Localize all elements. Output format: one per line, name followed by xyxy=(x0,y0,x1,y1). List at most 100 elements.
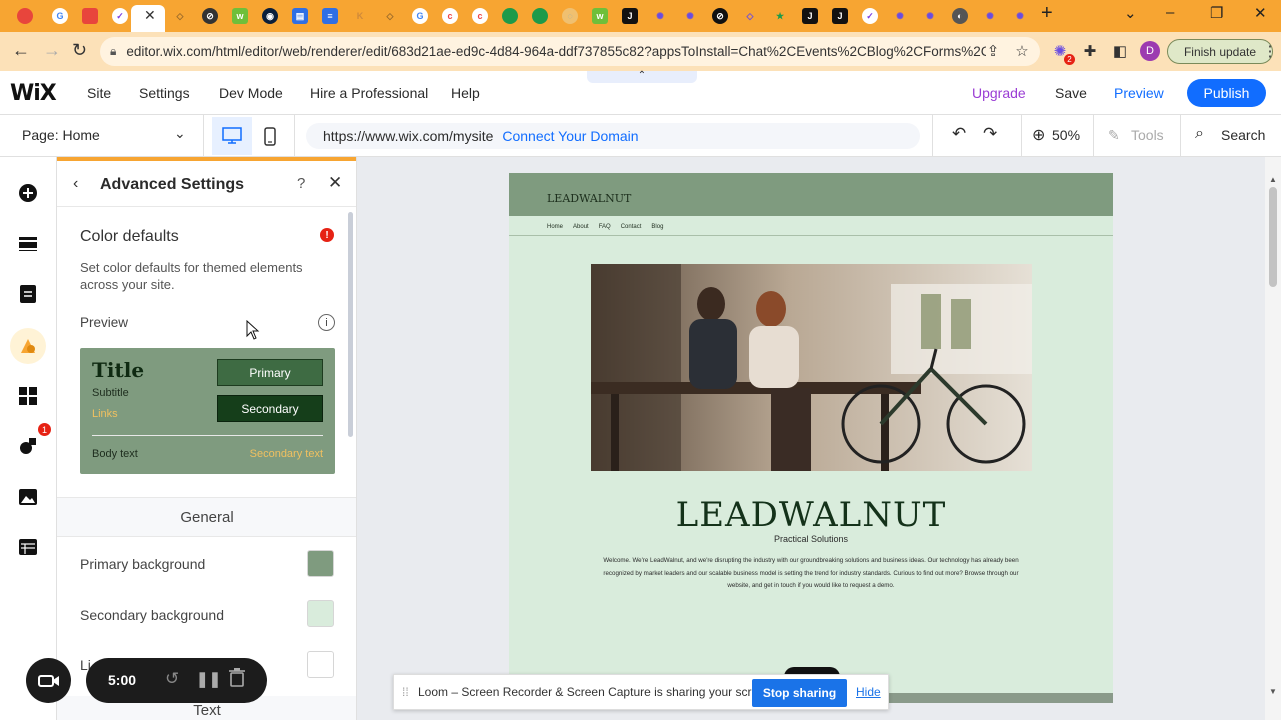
panel-scrollbar[interactable] xyxy=(348,212,353,437)
third-color-swatch[interactable] xyxy=(307,651,334,678)
maximize-icon[interactable]: ❐ xyxy=(1210,4,1223,22)
site-nav[interactable]: Home About FAQ Contact Blog xyxy=(547,224,663,230)
collapse-toolbar-chevron-icon[interactable]: ⌃ xyxy=(587,71,697,83)
tab-close-icon[interactable]: ✕ xyxy=(144,7,156,24)
media-icon[interactable] xyxy=(16,485,40,509)
primary-background-swatch[interactable] xyxy=(307,550,334,577)
finish-update-button[interactable]: Finish update xyxy=(1167,39,1273,64)
tab-favicon-star-icon[interactable]: ★ xyxy=(769,5,791,27)
close-icon[interactable]: ✕ xyxy=(328,173,342,193)
tab-favicon-diamond2-icon[interactable]: ◇ xyxy=(379,5,401,27)
help-icon[interactable]: ? xyxy=(297,175,305,192)
tab-favicon-eye-icon[interactable]: ◉ xyxy=(259,5,281,27)
tab-favicon-w-icon[interactable]: w xyxy=(229,5,251,27)
tab-favicon-c2-icon[interactable]: c xyxy=(469,5,491,27)
zoom-level[interactable]: 50% xyxy=(1052,127,1080,143)
pause-icon[interactable]: ❚❚ xyxy=(196,670,221,688)
tab-favicon-gear2-icon[interactable]: ✺ xyxy=(679,5,701,27)
tab-favicon-doc-icon[interactable]: ▤ xyxy=(289,5,311,27)
site-heading[interactable]: LEADWALNUT xyxy=(509,495,1113,535)
tab-favicon-green2-icon[interactable] xyxy=(529,5,551,27)
site-nav-contact[interactable]: Contact xyxy=(621,224,642,230)
window-close-icon[interactable]: ✕ xyxy=(1254,4,1267,22)
tab-favicon-globe-icon[interactable]: ⊘ xyxy=(199,5,221,27)
page-selector[interactable]: Page: Home xyxy=(22,127,100,143)
tab-favicon-k-icon[interactable]: K xyxy=(349,5,371,27)
apps-icon[interactable] xyxy=(16,384,40,408)
business-apps-icon[interactable] xyxy=(16,434,40,458)
tab-favicon-diamond-icon[interactable]: ◇ xyxy=(169,5,191,27)
pages-icon[interactable] xyxy=(16,282,40,306)
drag-handle-icon[interactable]: ⁞⁞ xyxy=(402,685,409,699)
sections-icon[interactable] xyxy=(16,232,40,256)
loom-camera-button[interactable] xyxy=(26,658,71,703)
info-icon[interactable]: i xyxy=(318,314,335,331)
tab-favicon-gear4-icon[interactable]: ✺ xyxy=(919,5,941,27)
profile-avatar[interactable]: D xyxy=(1140,41,1160,61)
menu-hire-professional[interactable]: Hire a Professional xyxy=(310,85,428,101)
menu-site[interactable]: Site xyxy=(87,85,111,101)
forward-icon[interactable]: → xyxy=(43,40,61,61)
tab-favicon-slash-icon[interactable]: ⊘ xyxy=(709,5,731,27)
side-panel-icon[interactable]: ◧ xyxy=(1110,41,1130,61)
share-icon[interactable]: ⇪ xyxy=(983,41,1003,61)
connect-domain-link[interactable]: Connect Your Domain xyxy=(502,128,638,144)
tab-favicon-faded-icon[interactable]: ◌ xyxy=(559,5,581,27)
zoom-icon[interactable]: ⊕ xyxy=(1032,125,1045,145)
tab-favicon-c-icon[interactable]: c xyxy=(439,5,461,27)
page-selector-chevron-icon[interactable]: ⌄ xyxy=(174,125,186,142)
tab-favicon-check2-icon[interactable]: ✓ xyxy=(859,5,881,27)
site-nav-faq[interactable]: FAQ xyxy=(599,224,611,230)
chrome-menu-icon[interactable]: ⋮ xyxy=(1260,41,1280,61)
tab-favicon-w2-icon[interactable]: w xyxy=(589,5,611,27)
tab-favicon-check-icon[interactable]: ✓ xyxy=(109,5,131,27)
menu-dev-mode[interactable]: Dev Mode xyxy=(219,85,283,101)
tab-favicon-gear6-icon[interactable]: ✺ xyxy=(1009,5,1031,27)
wix-logo[interactable]: WiX xyxy=(10,81,57,106)
site-subheading[interactable]: Practical Solutions xyxy=(509,534,1113,544)
reload-icon[interactable]: ↻ xyxy=(72,40,87,61)
back-chevron-icon[interactable]: ‹ xyxy=(73,175,78,193)
tab-favicon-google-icon[interactable]: G xyxy=(49,5,71,27)
site-header[interactable]: LEADWALNUT xyxy=(509,173,1113,216)
tab-favicon-j2-icon[interactable]: J xyxy=(799,5,821,27)
tab-favicon-record-icon[interactable] xyxy=(14,5,36,27)
search-button[interactable]: Search xyxy=(1221,127,1265,143)
cms-icon[interactable] xyxy=(16,535,40,559)
tab-favicon-j-icon[interactable]: J xyxy=(619,5,641,27)
tab-favicon-google2-icon[interactable]: G xyxy=(409,5,431,27)
redo-icon[interactable]: ↷ xyxy=(983,124,997,144)
puzzle-icon[interactable]: ✚ xyxy=(1080,41,1100,61)
menu-settings[interactable]: Settings xyxy=(139,85,190,101)
search-icon[interactable]: ⌕ xyxy=(1195,125,1204,143)
tab-favicon-j3-icon[interactable]: J xyxy=(829,5,851,27)
save-button[interactable]: Save xyxy=(1055,85,1087,101)
bookmark-star-icon[interactable]: ☆ xyxy=(1012,41,1032,61)
desktop-view-button[interactable] xyxy=(212,117,252,155)
canvas-scrollbar[interactable]: ▲ ▼ xyxy=(1265,157,1281,720)
minimize-icon[interactable]: – xyxy=(1166,4,1174,21)
menu-help[interactable]: Help xyxy=(451,85,480,101)
scroll-up-arrow-icon[interactable]: ▲ xyxy=(1269,175,1277,184)
mobile-view-button[interactable] xyxy=(258,117,282,155)
tab-favicon-form-icon[interactable]: ≡ xyxy=(319,5,341,27)
hide-link[interactable]: Hide xyxy=(856,685,881,699)
tab-favicon-globe2-icon[interactable]: ◐ xyxy=(949,5,971,27)
tab-favicon-gear3-icon[interactable]: ✺ xyxy=(889,5,911,27)
site-nav-about[interactable]: About xyxy=(573,224,589,230)
upgrade-link[interactable]: Upgrade xyxy=(972,85,1026,101)
trash-icon[interactable] xyxy=(229,668,245,692)
alert-icon[interactable]: ! xyxy=(320,228,334,242)
tools-button[interactable]: Tools xyxy=(1131,127,1164,143)
back-icon[interactable]: ← xyxy=(12,40,30,61)
tab-favicon-shield-icon[interactable] xyxy=(79,5,101,27)
restart-icon[interactable]: ↺ xyxy=(165,669,179,689)
undo-icon[interactable]: ↶ xyxy=(952,124,966,144)
site-nav-blog[interactable]: Blog xyxy=(651,224,663,230)
add-elements-icon[interactable] xyxy=(16,181,40,205)
tab-favicon-green-icon[interactable] xyxy=(499,5,521,27)
preview-button[interactable]: Preview xyxy=(1114,85,1164,101)
stop-sharing-button[interactable]: Stop sharing xyxy=(752,679,847,707)
site-page[interactable]: LEADWALNUT Home About FAQ Contact Blog L… xyxy=(509,173,1113,703)
site-nav-home[interactable]: Home xyxy=(547,224,563,230)
